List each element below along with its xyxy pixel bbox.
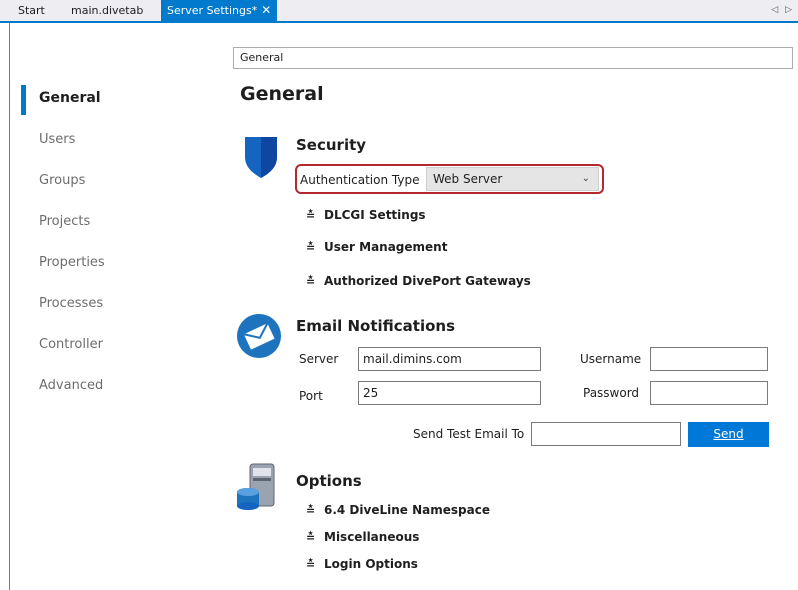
username-input[interactable] bbox=[650, 347, 768, 371]
sidebar-item-properties[interactable]: Properties bbox=[39, 255, 105, 270]
expander-miscellaneous[interactable]: ≛ Miscellaneous bbox=[306, 530, 419, 544]
double-chevron-down-icon: ≛ bbox=[306, 275, 316, 288]
email-notifications-title: Email Notifications bbox=[296, 317, 456, 335]
server-label: Server bbox=[299, 352, 339, 366]
breadcrumb[interactable]: General bbox=[233, 47, 793, 69]
password-input[interactable] bbox=[650, 381, 768, 405]
auth-type-value: Web Server bbox=[433, 172, 503, 186]
options-title: Options bbox=[296, 472, 362, 490]
tab-label: Server Settings* bbox=[167, 4, 258, 17]
tab-main-divetab[interactable]: main.divetab bbox=[71, 0, 143, 21]
sidebar-item-projects[interactable]: Projects bbox=[39, 214, 90, 229]
auth-type-label: Authentication Type bbox=[300, 173, 420, 187]
double-chevron-down-icon: ≛ bbox=[306, 241, 316, 254]
tab-label: Start bbox=[18, 4, 45, 17]
chevron-down-icon: ⌄ bbox=[581, 173, 590, 184]
tab-server-settings[interactable]: Server Settings* ✕ bbox=[161, 0, 278, 21]
expander-label: DLCGI Settings bbox=[324, 208, 426, 222]
double-chevron-down-icon: ≛ bbox=[306, 558, 316, 571]
sidebar-item-controller[interactable]: Controller bbox=[39, 337, 103, 352]
expander-label: Login Options bbox=[324, 557, 418, 571]
expander-dlcgi-settings[interactable]: ≛ DLCGI Settings bbox=[306, 208, 426, 222]
sidebar-item-groups[interactable]: Groups bbox=[39, 173, 85, 188]
port-label: Port bbox=[299, 389, 323, 403]
expander-diveline-namespace[interactable]: ≛ 6.4 DiveLine Namespace bbox=[306, 503, 490, 517]
password-label: Password bbox=[583, 386, 640, 400]
envelope-icon bbox=[236, 313, 282, 362]
shield-icon bbox=[244, 135, 278, 182]
page-title: General bbox=[240, 83, 324, 105]
expander-label: 6.4 DiveLine Namespace bbox=[324, 503, 490, 517]
expander-authorized-diveport-gateways[interactable]: ≛ Authorized DivePort Gateways bbox=[306, 274, 531, 288]
close-icon[interactable]: ✕ bbox=[261, 3, 271, 17]
expander-label: User Management bbox=[324, 240, 448, 254]
double-chevron-down-icon: ≛ bbox=[306, 531, 316, 544]
send-test-email-input[interactable] bbox=[531, 422, 681, 446]
server-input[interactable]: mail.dimins.com bbox=[358, 347, 541, 371]
expander-user-management[interactable]: ≛ User Management bbox=[306, 240, 447, 254]
port-input[interactable]: 25 bbox=[358, 381, 541, 405]
security-title: Security bbox=[296, 136, 367, 154]
username-label: Username bbox=[580, 352, 642, 366]
expander-label: Miscellaneous bbox=[324, 530, 420, 544]
double-chevron-down-icon: ≛ bbox=[306, 504, 316, 517]
send-button[interactable]: Send bbox=[688, 422, 769, 447]
tab-start[interactable]: Start bbox=[18, 0, 45, 21]
send-test-email-label: Send Test Email To bbox=[413, 427, 525, 441]
frame-border bbox=[9, 23, 10, 590]
nav-selection-indicator bbox=[21, 85, 26, 115]
tab-scroll-arrows[interactable]: ◁ ▷ bbox=[771, 0, 794, 21]
auth-type-select[interactable]: Web Server ⌄ bbox=[426, 167, 599, 191]
sidebar-item-advanced[interactable]: Advanced bbox=[39, 378, 103, 393]
server-database-icon bbox=[235, 462, 277, 515]
sidebar-item-general[interactable]: General bbox=[39, 90, 101, 106]
tab-label: main.divetab bbox=[71, 4, 144, 17]
expander-login-options[interactable]: ≛ Login Options bbox=[306, 557, 418, 571]
tab-bar: Start main.divetab Server Settings* ✕ ◁ ▷ bbox=[0, 0, 798, 23]
sidebar-item-users[interactable]: Users bbox=[39, 132, 75, 147]
sidebar-item-processes[interactable]: Processes bbox=[39, 296, 103, 311]
expander-label: Authorized DivePort Gateways bbox=[324, 274, 531, 288]
double-chevron-down-icon: ≛ bbox=[306, 209, 316, 222]
